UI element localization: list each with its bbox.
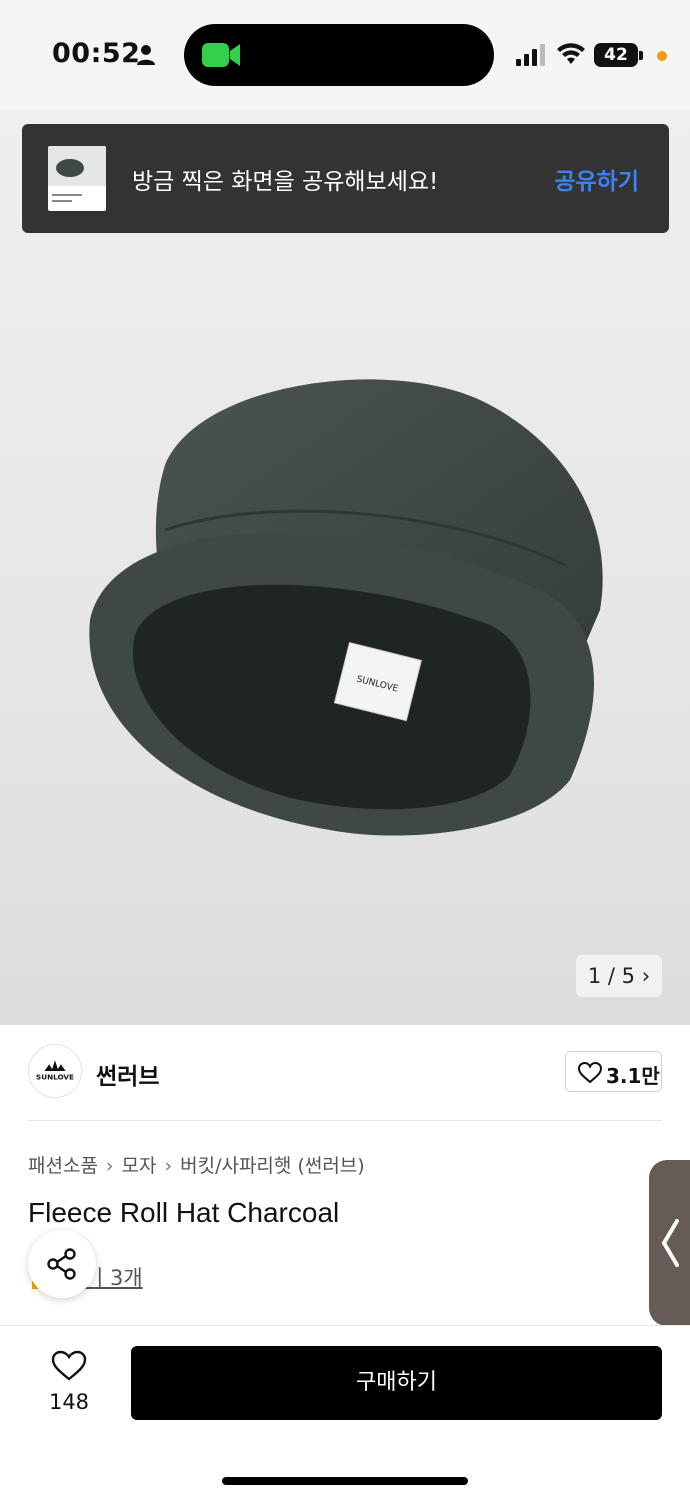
brand-like-count: 3.1만 <box>606 1064 660 1088</box>
product-image-gallery[interactable]: SUNLOVE 1 / 5 › <box>0 110 690 1025</box>
divider <box>0 1325 690 1326</box>
wishlist-button[interactable]: 148 <box>40 1350 98 1416</box>
svg-text:SUNLOVE: SUNLOVE <box>36 1073 74 1082</box>
screenshot-thumbnail <box>48 146 106 211</box>
battery-tip <box>639 51 643 60</box>
person-icon <box>137 45 155 65</box>
share-action-button[interactable]: 공유하기 <box>554 162 639 196</box>
signal-icon <box>516 44 545 66</box>
facetime-icon <box>202 43 240 67</box>
brand-name[interactable]: 썬러브 <box>96 1057 159 1091</box>
battery-icon: 42 <box>594 43 638 67</box>
toast-message: 방금 찍은 화면을 공유해보세요! <box>132 169 439 195</box>
divider <box>28 1120 662 1121</box>
heart-icon <box>51 1350 87 1381</box>
page-indicator-text: 1 / 5 <box>587 964 636 988</box>
breadcrumb: 패션소품 › 모자 › 버킷/사파리햇 (썬러브) <box>28 1151 365 1178</box>
buy-button[interactable]: 구매하기 <box>131 1346 662 1420</box>
status-bar: 00:52 42 <box>0 0 690 110</box>
screenshot-share-toast[interactable]: 방금 찍은 화면을 공유해보세요! 공유하기 <box>22 124 669 233</box>
chevron-left-icon <box>661 1219 679 1267</box>
breadcrumb-item[interactable]: 모자 <box>122 1155 157 1177</box>
mic-indicator <box>657 51 667 61</box>
brand-like-button[interactable]: 3.1만 <box>565 1051 662 1092</box>
product-title: Fleece Roll Hat Charcoal <box>28 1197 340 1228</box>
share-button[interactable] <box>28 1230 96 1298</box>
wish-count: 148 <box>48 1390 90 1414</box>
product-hat-image: SUNLOVE <box>89 379 603 836</box>
chevron-right-icon: › <box>164 1155 173 1177</box>
share-icon <box>47 1248 76 1280</box>
chevron-right-icon: › <box>105 1155 114 1177</box>
wifi-icon <box>557 43 585 64</box>
side-panel-handle[interactable] <box>649 1160 690 1326</box>
heart-icon <box>578 1062 602 1084</box>
chevron-right-icon: › <box>641 964 651 988</box>
image-page-indicator[interactable]: 1 / 5 › <box>576 955 662 997</box>
brand-logo[interactable]: SUNLOVE <box>28 1044 82 1098</box>
breadcrumb-item[interactable]: 버킷/사파리햇 (썬러브) <box>180 1155 365 1177</box>
breadcrumb-item[interactable]: 패션소품 <box>28 1155 98 1177</box>
status-time: 00:52 <box>52 38 141 69</box>
dynamic-island <box>184 24 494 86</box>
home-indicator[interactable] <box>222 1477 468 1485</box>
